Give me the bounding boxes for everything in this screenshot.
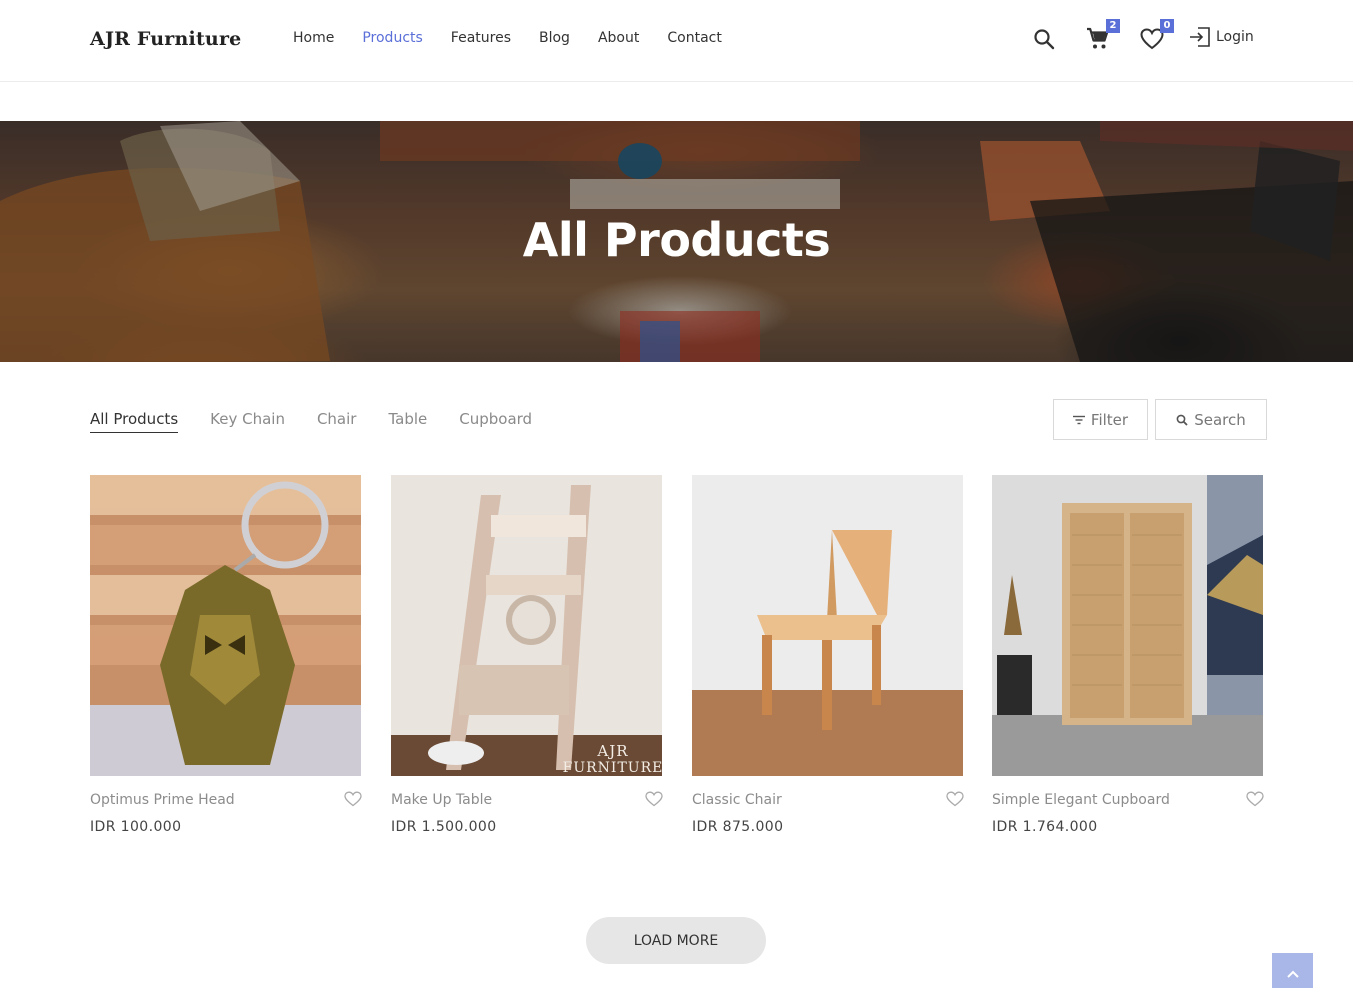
login-icon [1190,27,1210,47]
product-image-cupboard[interactable] [992,475,1263,776]
tab-table[interactable]: Table [388,410,427,433]
wishlist-toggle[interactable] [344,791,362,811]
tab-cupboard[interactable]: Cupboard [459,410,532,433]
category-tabs: All Products Key Chain Chair Table Cupbo… [90,410,564,433]
svg-text:FURNITURE: FURNITURE [563,760,662,776]
wishlist-count-badge: 0 [1160,19,1174,33]
product-image-makeup-table[interactable]: AJR FURNITURE [391,475,662,776]
heart-outline-icon [946,791,964,807]
search-icon [1034,29,1055,50]
tab-key-chain[interactable]: Key Chain [210,410,285,433]
tab-all-products[interactable]: All Products [90,410,179,433]
product-name[interactable]: Optimus Prime Head [90,792,235,808]
scroll-to-top-button[interactable] [1272,953,1313,988]
filter-label: Filter [1090,410,1129,429]
heart-outline-icon [1246,791,1264,807]
filter-button[interactable]: Filter [1053,399,1148,440]
search-label: Search [1194,410,1246,429]
product-price: IDR 1.764.000 [992,819,1098,835]
product-name[interactable]: Make Up Table [391,792,492,808]
product-price: IDR 1.500.000 [391,819,497,835]
cart-button[interactable]: 2 [1084,19,1120,54]
nav-about[interactable]: About [598,30,639,46]
product-card[interactable]: Classic Chair IDR 875.000 [692,475,964,835]
tab-chair[interactable]: Chair [317,410,357,433]
product-image-keychain[interactable] [90,475,361,776]
search-toggle-button[interactable]: Search [1155,399,1267,440]
site-header: AJR Furniture Home Products Features Blo… [0,0,1353,82]
login-label: Login [1216,29,1254,45]
product-card[interactable]: AJR FURNITURE Make Up Table IDR 1.500.00… [391,475,663,835]
wishlist-toggle[interactable] [1246,791,1264,811]
wishlist-toggle[interactable] [645,791,663,811]
site-logo[interactable]: AJR Furniture [90,28,241,50]
heart-outline-icon [645,791,663,807]
nav-products[interactable]: Products [362,30,422,46]
nav-features[interactable]: Features [451,30,511,46]
load-more-button[interactable]: LOAD MORE [586,917,766,964]
product-image-classic-chair[interactable] [692,475,963,776]
search-icon [1176,414,1188,426]
nav-home[interactable]: Home [293,30,334,46]
search-button[interactable] [1030,24,1058,54]
product-card[interactable]: Simple Elegant Cupboard IDR 1.764.000 [992,475,1264,835]
chevron-up-icon [1286,970,1299,978]
page-title: All Products [522,213,831,267]
product-card[interactable]: Optimus Prime Head IDR 100.000 [90,475,362,835]
product-price: IDR 100.000 [90,819,182,835]
nav-blog[interactable]: Blog [539,30,570,46]
wishlist-toggle[interactable] [946,791,964,811]
wishlist-button[interactable]: 0 [1138,19,1174,54]
product-name[interactable]: Simple Elegant Cupboard [992,792,1170,808]
heart-outline-icon [344,791,362,807]
product-name[interactable]: Classic Chair [692,792,782,808]
hero-banner: All Products [0,121,1353,362]
cart-count-badge: 2 [1106,19,1120,33]
filter-icon [1072,415,1085,424]
main-nav: Home Products Features Blog About Contac… [293,30,750,46]
image-watermark: AJR [596,742,628,760]
login-link[interactable]: Login [1188,26,1254,48]
nav-contact[interactable]: Contact [667,30,721,46]
product-price: IDR 875.000 [692,819,784,835]
